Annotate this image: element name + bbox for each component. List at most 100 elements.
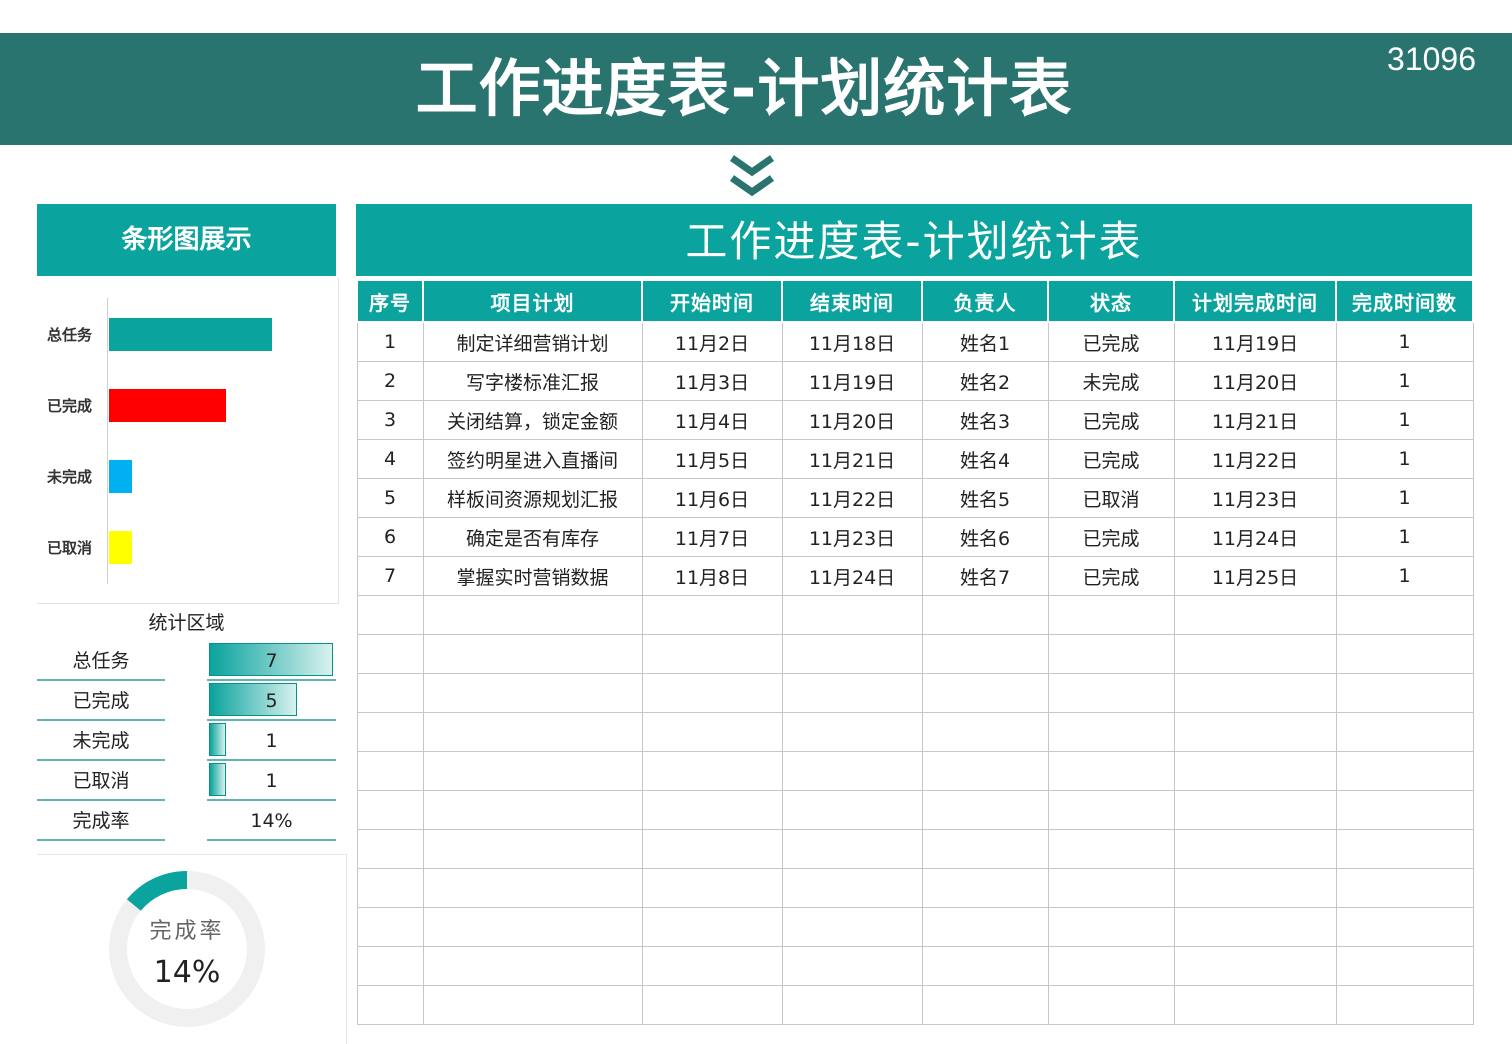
empty-cell[interactable] bbox=[1047, 985, 1175, 1025]
empty-cell[interactable] bbox=[781, 712, 923, 752]
table-cell[interactable]: 样板间资源规划汇报 bbox=[422, 478, 643, 518]
empty-cell[interactable] bbox=[356, 790, 424, 830]
table-cell[interactable]: 1 bbox=[1335, 400, 1474, 440]
empty-cell[interactable] bbox=[1173, 946, 1337, 986]
empty-cell[interactable] bbox=[1047, 790, 1175, 830]
empty-cell[interactable] bbox=[1047, 712, 1175, 752]
table-cell[interactable]: 11月19日 bbox=[1173, 321, 1337, 362]
empty-cell[interactable] bbox=[1047, 673, 1175, 713]
table-cell[interactable]: 签约明星进入直播间 bbox=[422, 439, 643, 479]
table-cell[interactable]: 已完成 bbox=[1047, 517, 1175, 557]
table-cell[interactable]: 1 bbox=[1335, 361, 1474, 401]
empty-cell[interactable] bbox=[422, 673, 643, 713]
table-cell[interactable]: 11月22日 bbox=[781, 478, 923, 518]
table-cell[interactable]: 11月23日 bbox=[1173, 478, 1337, 518]
column-header[interactable]: 计划完成时间 bbox=[1173, 279, 1337, 323]
empty-cell[interactable] bbox=[1335, 634, 1474, 674]
empty-cell[interactable] bbox=[641, 751, 783, 791]
empty-cell[interactable] bbox=[1335, 907, 1474, 947]
empty-cell[interactable] bbox=[356, 595, 424, 635]
empty-cell[interactable] bbox=[1047, 634, 1175, 674]
empty-cell[interactable] bbox=[1047, 946, 1175, 986]
empty-cell[interactable] bbox=[422, 946, 643, 986]
table-cell[interactable]: 11月21日 bbox=[781, 439, 923, 479]
table-cell[interactable]: 11月5日 bbox=[641, 439, 783, 479]
table-cell[interactable]: 11月21日 bbox=[1173, 400, 1337, 440]
empty-cell[interactable] bbox=[1047, 868, 1175, 908]
empty-cell[interactable] bbox=[1173, 829, 1337, 869]
empty-cell[interactable] bbox=[1335, 868, 1474, 908]
empty-cell[interactable] bbox=[641, 829, 783, 869]
table-cell[interactable]: 姓名7 bbox=[921, 556, 1049, 596]
empty-cell[interactable] bbox=[641, 595, 783, 635]
empty-cell[interactable] bbox=[422, 634, 643, 674]
table-cell[interactable]: 1 bbox=[1335, 321, 1474, 362]
column-header[interactable]: 完成时间数 bbox=[1335, 279, 1474, 323]
empty-cell[interactable] bbox=[641, 634, 783, 674]
table-cell[interactable]: 11月19日 bbox=[781, 361, 923, 401]
empty-cell[interactable] bbox=[781, 907, 923, 947]
empty-cell[interactable] bbox=[1335, 946, 1474, 986]
empty-cell[interactable] bbox=[356, 985, 424, 1025]
table-cell[interactable]: 姓名6 bbox=[921, 517, 1049, 557]
empty-cell[interactable] bbox=[781, 868, 923, 908]
table-cell[interactable]: 11月20日 bbox=[1173, 361, 1337, 401]
empty-cell[interactable] bbox=[1173, 712, 1337, 752]
empty-cell[interactable] bbox=[1173, 634, 1337, 674]
empty-cell[interactable] bbox=[921, 985, 1049, 1025]
column-header[interactable]: 负责人 bbox=[921, 279, 1049, 323]
table-cell[interactable]: 5 bbox=[356, 478, 424, 518]
empty-cell[interactable] bbox=[781, 751, 923, 791]
table-cell[interactable]: 11月18日 bbox=[781, 321, 923, 362]
table-cell[interactable]: 11月20日 bbox=[781, 400, 923, 440]
table-cell[interactable]: 6 bbox=[356, 517, 424, 557]
table-cell[interactable]: 11月25日 bbox=[1173, 556, 1337, 596]
table-cell[interactable]: 姓名3 bbox=[921, 400, 1049, 440]
empty-cell[interactable] bbox=[356, 634, 424, 674]
table-cell[interactable]: 2 bbox=[356, 361, 424, 401]
empty-cell[interactable] bbox=[641, 790, 783, 830]
empty-cell[interactable] bbox=[422, 751, 643, 791]
empty-cell[interactable] bbox=[781, 829, 923, 869]
table-cell[interactable]: 11月24日 bbox=[1173, 517, 1337, 557]
empty-cell[interactable] bbox=[356, 751, 424, 791]
table-cell[interactable]: 姓名4 bbox=[921, 439, 1049, 479]
table-cell[interactable]: 3 bbox=[356, 400, 424, 440]
empty-cell[interactable] bbox=[422, 907, 643, 947]
empty-cell[interactable] bbox=[422, 868, 643, 908]
empty-cell[interactable] bbox=[641, 673, 783, 713]
empty-cell[interactable] bbox=[1173, 790, 1337, 830]
empty-cell[interactable] bbox=[356, 673, 424, 713]
table-cell[interactable]: 11月8日 bbox=[641, 556, 783, 596]
empty-cell[interactable] bbox=[921, 751, 1049, 791]
empty-cell[interactable] bbox=[641, 946, 783, 986]
table-cell[interactable]: 11月24日 bbox=[781, 556, 923, 596]
table-cell[interactable]: 11月2日 bbox=[641, 321, 783, 362]
empty-cell[interactable] bbox=[781, 985, 923, 1025]
empty-cell[interactable] bbox=[641, 907, 783, 947]
empty-cell[interactable] bbox=[921, 712, 1049, 752]
empty-cell[interactable] bbox=[356, 712, 424, 752]
column-header[interactable]: 序号 bbox=[356, 279, 424, 323]
empty-cell[interactable] bbox=[921, 595, 1049, 635]
empty-cell[interactable] bbox=[1335, 712, 1474, 752]
table-cell[interactable]: 未完成 bbox=[1047, 361, 1175, 401]
empty-cell[interactable] bbox=[1047, 829, 1175, 869]
column-header[interactable]: 结束时间 bbox=[781, 279, 923, 323]
table-cell[interactable]: 7 bbox=[356, 556, 424, 596]
empty-cell[interactable] bbox=[1173, 985, 1337, 1025]
empty-cell[interactable] bbox=[921, 868, 1049, 908]
empty-cell[interactable] bbox=[781, 673, 923, 713]
table-cell[interactable]: 1 bbox=[1335, 517, 1474, 557]
empty-cell[interactable] bbox=[356, 946, 424, 986]
empty-cell[interactable] bbox=[1335, 985, 1474, 1025]
column-header[interactable]: 状态 bbox=[1047, 279, 1175, 323]
empty-cell[interactable] bbox=[781, 790, 923, 830]
column-header[interactable]: 开始时间 bbox=[641, 279, 783, 323]
empty-cell[interactable] bbox=[921, 634, 1049, 674]
empty-cell[interactable] bbox=[921, 946, 1049, 986]
empty-cell[interactable] bbox=[1173, 595, 1337, 635]
empty-cell[interactable] bbox=[422, 829, 643, 869]
empty-cell[interactable] bbox=[921, 673, 1049, 713]
empty-cell[interactable] bbox=[422, 790, 643, 830]
